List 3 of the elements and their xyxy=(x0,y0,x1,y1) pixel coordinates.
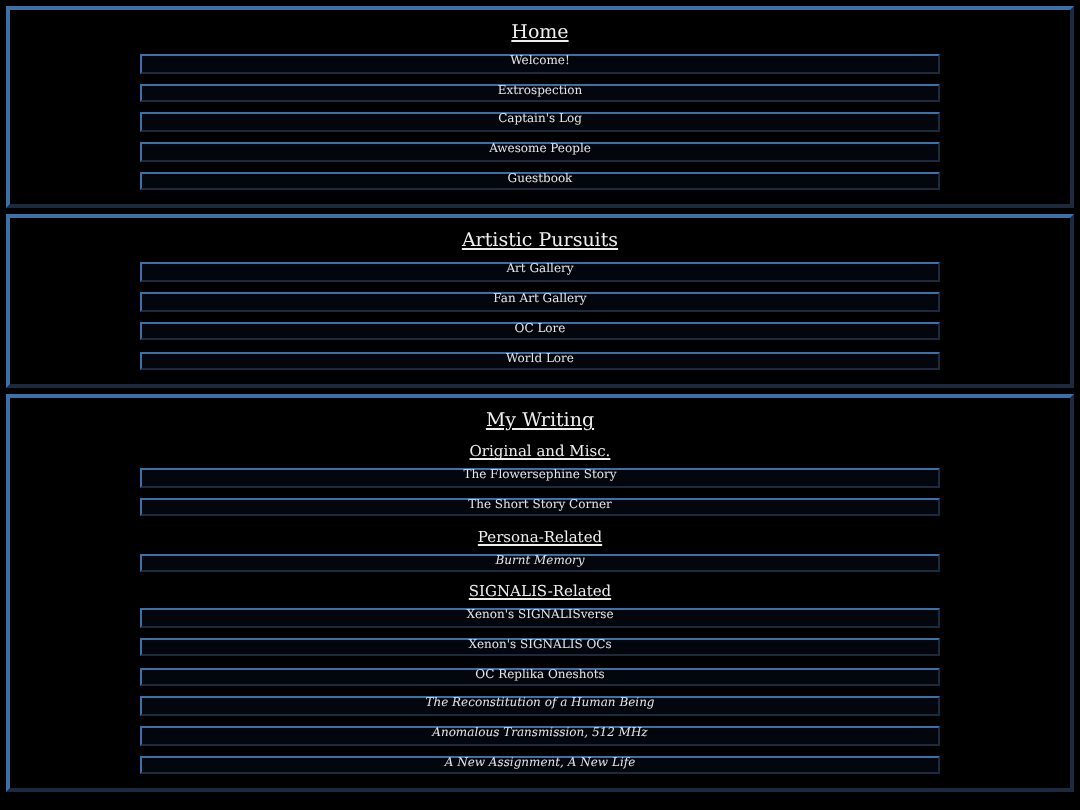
section-title: Home xyxy=(511,20,569,46)
section-title: My Writing xyxy=(485,408,595,435)
section-title: Artistic Pursuits xyxy=(461,228,619,255)
